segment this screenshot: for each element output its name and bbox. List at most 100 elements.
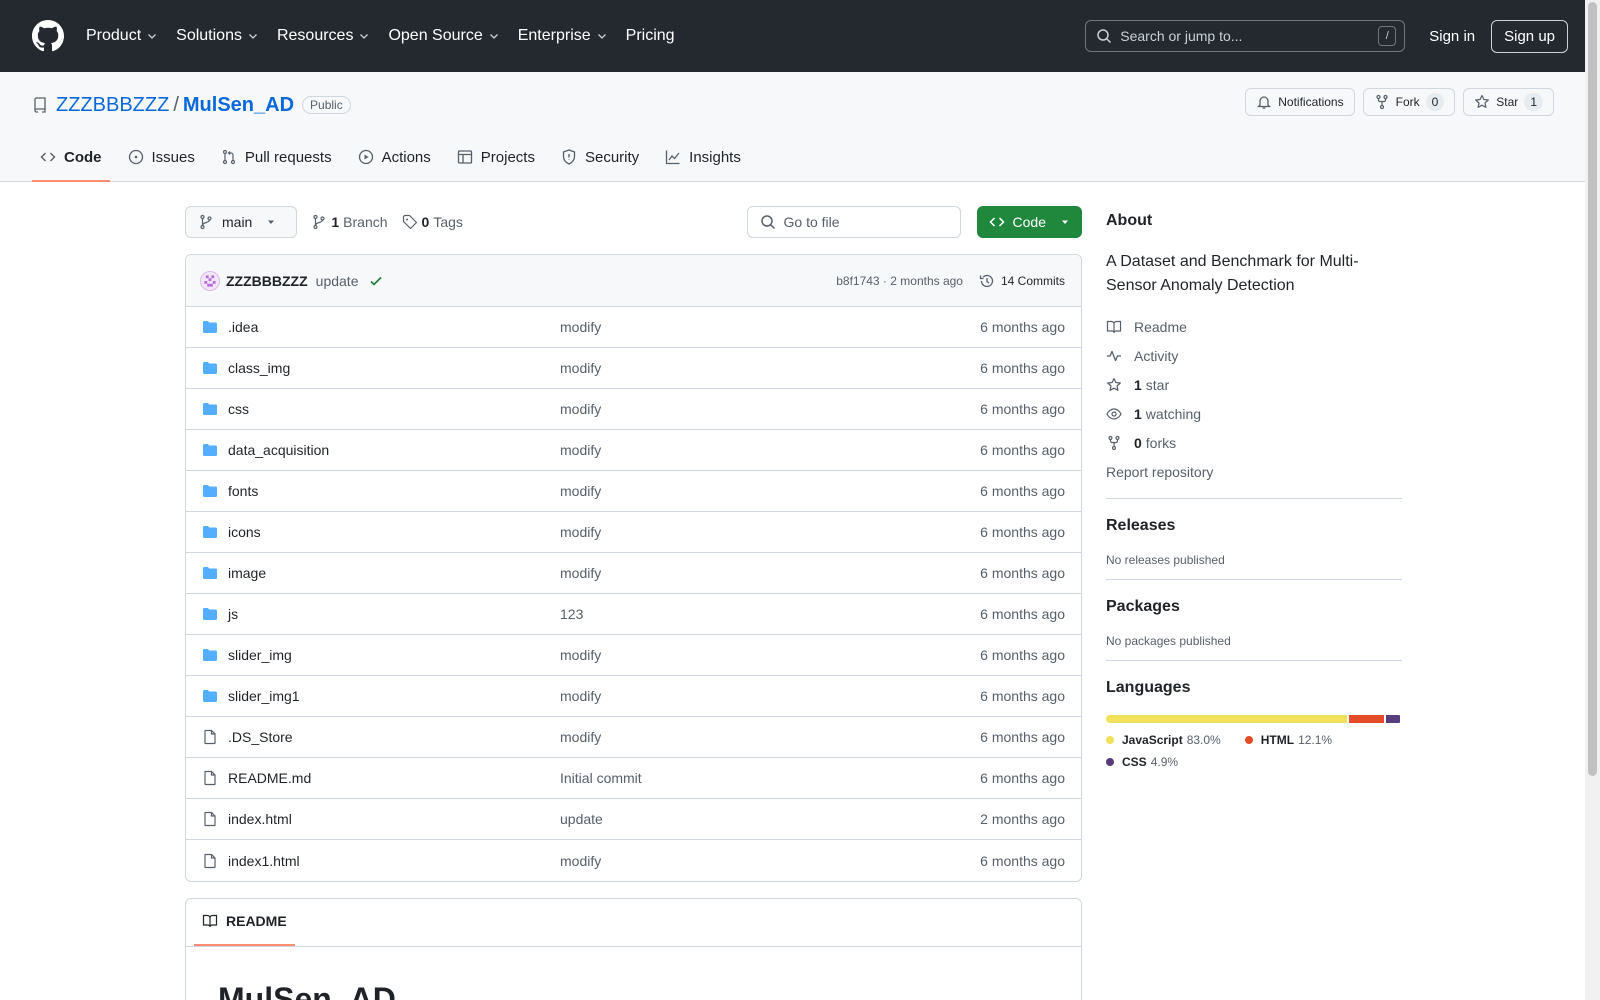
file-age: 2 months ago xyxy=(980,811,1065,827)
file-name-link[interactable]: index.html xyxy=(228,811,560,827)
go-to-file-input[interactable]: Go to file xyxy=(746,206,961,238)
file-name-link[interactable]: image xyxy=(228,565,560,581)
table-row[interactable]: image modify 6 months ago xyxy=(186,553,1081,594)
sign-up-button[interactable]: Sign up xyxy=(1491,19,1568,53)
tab-issues[interactable]: Issues xyxy=(120,134,203,182)
file-name-link[interactable]: index1.html xyxy=(228,853,560,869)
activity-link[interactable]: Activity xyxy=(1106,341,1402,370)
table-row[interactable]: css modify 6 months ago xyxy=(186,389,1081,430)
avatar[interactable] xyxy=(200,270,220,291)
file-commit-link[interactable]: modify xyxy=(560,565,980,581)
file-browser: ZZZBBBZZZ update b8f1743 · 2 months ago … xyxy=(185,254,1082,882)
file-name-link[interactable]: README.md xyxy=(228,770,560,786)
file-commit-link[interactable]: modify xyxy=(560,401,980,417)
table-row[interactable]: .idea modify 6 months ago xyxy=(186,307,1081,348)
branch-select-button[interactable]: main xyxy=(185,206,298,238)
readme-link[interactable]: Readme xyxy=(1106,312,1402,341)
file-name-link[interactable]: js xyxy=(228,606,560,622)
repo-name-link[interactable]: MulSen_AD xyxy=(183,94,294,117)
readme-tab[interactable]: README xyxy=(194,899,295,946)
language-item[interactable]: HTML 12.1% xyxy=(1244,733,1332,747)
table-row[interactable]: class_img modify 6 months ago xyxy=(186,348,1081,389)
commit-hash-time[interactable]: b8f1743 · 2 months ago xyxy=(836,274,963,288)
file-name-link[interactable]: .idea xyxy=(228,319,560,335)
star-button[interactable]: Star 1 xyxy=(1463,88,1554,116)
file-commit-link[interactable]: update xyxy=(560,811,980,827)
file-commit-link[interactable]: Initial commit xyxy=(560,770,980,786)
nav-enterprise[interactable]: Enterprise xyxy=(518,27,608,45)
scrollbar-thumb[interactable] xyxy=(1588,2,1597,776)
branches-link[interactable]: 1 Branch xyxy=(311,214,388,230)
commit-message-link[interactable]: update xyxy=(316,273,359,289)
nav-product[interactable]: Product xyxy=(86,27,158,45)
file-name-link[interactable]: data_acquisition xyxy=(228,442,560,458)
file-commit-link[interactable]: modify xyxy=(560,688,980,704)
code-download-button[interactable]: Code xyxy=(976,206,1082,238)
page-scrollbar[interactable] xyxy=(1585,0,1600,1000)
language-item[interactable]: CSS 4.9% xyxy=(1106,755,1178,769)
code-icon xyxy=(40,152,56,162)
table-row[interactable]: icons modify 6 months ago xyxy=(186,512,1081,553)
repo-owner-link[interactable]: ZZZBBBZZZ xyxy=(56,94,169,117)
file-commit-link[interactable]: modify xyxy=(560,319,980,335)
report-repository-link[interactable]: Report repository xyxy=(1106,457,1402,486)
table-row[interactable]: .DS_Store modify 6 months ago xyxy=(186,717,1081,758)
folder-icon xyxy=(202,442,218,458)
file-name-link[interactable]: .DS_Store xyxy=(228,729,560,745)
commits-link[interactable]: 14 Commits xyxy=(979,273,1065,289)
file-name-link[interactable]: css xyxy=(228,401,560,417)
file-commit-link[interactable]: 123 xyxy=(560,606,980,622)
packages-title[interactable]: Packages xyxy=(1106,598,1402,616)
file-name-link[interactable]: icons xyxy=(228,524,560,540)
table-row[interactable]: fonts modify 6 months ago xyxy=(186,471,1081,512)
table-row[interactable]: slider_img modify 6 months ago xyxy=(186,635,1081,676)
table-row[interactable]: js 123 6 months ago xyxy=(186,594,1081,635)
nav-solutions[interactable]: Solutions xyxy=(176,27,259,45)
tab-actions[interactable]: Actions xyxy=(350,134,439,182)
global-search-input[interactable]: Search or jump to... / xyxy=(1085,20,1406,52)
chevron-down-icon xyxy=(249,34,257,39)
file-commit-link[interactable]: modify xyxy=(560,729,980,745)
table-row[interactable]: index1.html modify 6 months ago xyxy=(186,840,1081,881)
commit-author-link[interactable]: ZZZBBBZZZ xyxy=(226,273,308,289)
file-name-link[interactable]: class_img xyxy=(228,360,560,376)
chevron-down-icon xyxy=(489,34,498,39)
file-commit-link[interactable]: modify xyxy=(560,360,980,376)
table-row[interactable]: slider_img1 modify 6 months ago xyxy=(186,676,1081,717)
watchers-link[interactable]: 1 watching xyxy=(1106,399,1402,428)
stars-link[interactable]: 1 star xyxy=(1106,370,1402,399)
tab-insights[interactable]: Insights xyxy=(657,134,749,182)
fork-icon xyxy=(1108,435,1120,450)
file-commit-link[interactable]: modify xyxy=(560,853,980,869)
releases-title[interactable]: Releases xyxy=(1106,517,1402,535)
file-commit-link[interactable]: modify xyxy=(560,483,980,499)
nav-pricing[interactable]: Pricing xyxy=(626,27,675,45)
forks-link[interactable]: 0 forks xyxy=(1106,428,1402,457)
nav-resources[interactable]: Resources xyxy=(277,27,370,45)
tab-pull-requests[interactable]: Pull requests xyxy=(213,134,340,182)
table-row[interactable]: index.html update 2 months ago xyxy=(186,799,1081,840)
table-row[interactable]: README.md Initial commit 6 months ago xyxy=(186,758,1081,799)
file-commit-link[interactable]: modify xyxy=(560,442,980,458)
language-item[interactable]: JavaScript 83.0% xyxy=(1106,733,1221,747)
tags-link[interactable]: 0 Tags xyxy=(402,214,463,230)
tab-code[interactable]: Code xyxy=(32,134,110,182)
file-name-link[interactable]: slider_img xyxy=(228,647,560,663)
languages-list: JavaScript 83.0% HTML 12.1% CSS 4.9% xyxy=(1106,733,1402,777)
nav-open-source[interactable]: Open Source xyxy=(388,27,499,45)
notifications-button[interactable]: Notifications xyxy=(1245,88,1355,116)
file-name-link[interactable]: slider_img1 xyxy=(228,688,560,704)
table-row[interactable]: data_acquisition modify 6 months ago xyxy=(186,430,1081,471)
github-logo-icon[interactable] xyxy=(32,20,64,52)
check-icon[interactable] xyxy=(368,273,384,289)
file-name-link[interactable]: fonts xyxy=(228,483,560,499)
releases-empty: No releases published xyxy=(1106,553,1225,567)
file-commit-link[interactable]: modify xyxy=(560,647,980,663)
identicon-icon xyxy=(204,274,216,287)
sign-in-link[interactable]: Sign in xyxy=(1429,28,1475,45)
file-commit-link[interactable]: modify xyxy=(560,524,980,540)
tab-projects[interactable]: Projects xyxy=(449,134,543,182)
tab-security[interactable]: Security xyxy=(553,134,647,182)
fork-button[interactable]: Fork 0 xyxy=(1362,88,1456,116)
about-title: About xyxy=(1106,212,1153,229)
